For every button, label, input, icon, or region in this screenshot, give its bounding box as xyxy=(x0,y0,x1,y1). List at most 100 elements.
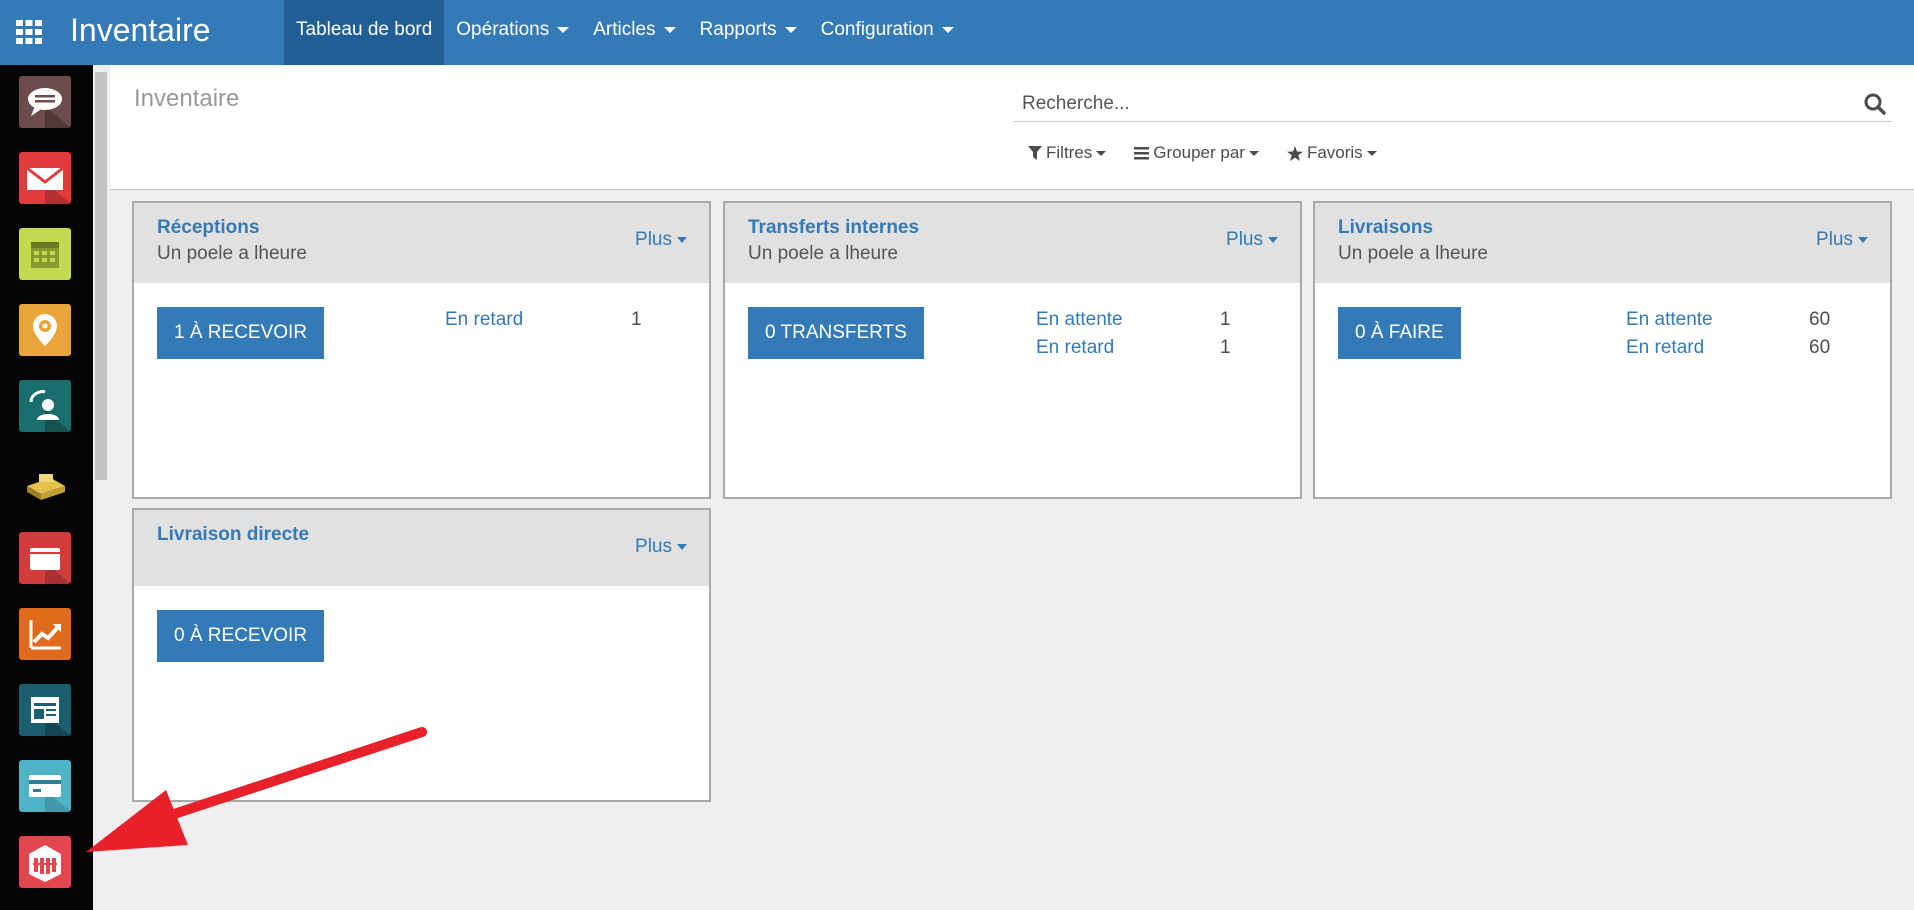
more-dropdown[interactable]: Plus xyxy=(1226,229,1278,251)
menu-item-label: Configuration xyxy=(820,19,934,40)
stat-late-count: 60 xyxy=(1809,337,1831,358)
scrollbar-thumb[interactable] xyxy=(95,72,107,480)
menu-item-rapports[interactable]: Rapports xyxy=(688,0,809,65)
star-icon xyxy=(1286,145,1303,161)
search-input[interactable] xyxy=(1014,87,1844,121)
more-label: Plus xyxy=(1226,229,1263,250)
menu-item-label: Tableau de bord xyxy=(296,19,433,40)
stat-waiting-count: 60 xyxy=(1809,309,1831,330)
sidebar-app-invoicing[interactable] xyxy=(19,760,71,812)
caret-down-icon xyxy=(663,26,676,33)
operation-card-receptions: Réceptions Un poele a lheure Plus 1 À RE… xyxy=(132,201,711,499)
menu-item-tableau-de-bord[interactable]: Tableau de bord xyxy=(284,0,445,65)
sidebar-app-website[interactable] xyxy=(19,684,71,736)
top-navbar: Inventaire Tableau de bord Opérations Ar… xyxy=(0,0,1914,65)
apps-grid-icon[interactable] xyxy=(16,20,42,44)
stat-late-link[interactable]: En retard xyxy=(1036,337,1114,359)
operation-card-deliveries: Livraisons Un poele a lheure Plus 0 À FA… xyxy=(1313,201,1892,499)
app-sidebar xyxy=(0,65,93,910)
caret-down-icon xyxy=(1268,236,1278,243)
more-dropdown[interactable]: Plus xyxy=(635,229,687,251)
more-dropdown[interactable]: Plus xyxy=(1816,229,1868,251)
sales-icon xyxy=(27,474,65,500)
reporting-icon xyxy=(29,620,61,650)
caret-down-icon xyxy=(784,26,797,33)
card-title[interactable]: Livraison directe xyxy=(157,524,309,546)
sidebar-app-sales[interactable] xyxy=(19,456,71,508)
stat-late-count: 1 xyxy=(631,309,642,330)
group-by-button[interactable]: Grouper par xyxy=(1134,143,1259,163)
transfers-button[interactable]: 0 TRANSFERTS xyxy=(748,307,924,359)
sidebar-app-mail[interactable] xyxy=(19,152,71,204)
menu-item-operations[interactable]: Opérations xyxy=(444,0,581,65)
card-title[interactable]: Réceptions xyxy=(157,217,259,239)
invoicing-icon xyxy=(29,775,71,812)
stat-waiting-link[interactable]: En attente xyxy=(1036,309,1123,331)
breadcrumb: Inventaire xyxy=(134,85,240,112)
more-label: Plus xyxy=(635,536,672,557)
favorites-label: Favoris xyxy=(1306,143,1363,162)
filters-label: Filtres xyxy=(1046,143,1093,162)
menu-item-label: Articles xyxy=(593,19,656,40)
stat-late-count: 1 xyxy=(1220,337,1231,358)
menu-item-configuration[interactable]: Configuration xyxy=(809,0,966,65)
filter-icon xyxy=(1028,146,1042,160)
stat-late-link[interactable]: En retard xyxy=(445,309,523,331)
caret-down-icon xyxy=(1858,236,1868,243)
caret-down-icon xyxy=(677,236,687,243)
caret-down-icon xyxy=(677,543,687,550)
list-icon xyxy=(1134,146,1150,159)
stat-late-link[interactable]: En retard xyxy=(1626,337,1704,359)
inventory-icon xyxy=(29,845,61,882)
caret-down-icon xyxy=(1096,150,1107,156)
discuss-icon xyxy=(28,88,71,128)
search-icon[interactable] xyxy=(1864,93,1886,115)
stat-waiting-count: 1 xyxy=(1220,309,1231,330)
card-subtitle: Un poele a lheure xyxy=(157,243,307,264)
sidebar-app-discuss[interactable] xyxy=(19,76,71,128)
card-header: Livraison directe Plus xyxy=(134,510,709,586)
search-options: Filtres Grouper par Favoris xyxy=(1028,143,1405,163)
sidebar-app-contacts[interactable] xyxy=(19,380,71,432)
favorites-button[interactable]: Favoris xyxy=(1286,143,1377,163)
stat-waiting-link[interactable]: En attente xyxy=(1626,309,1713,331)
website-icon xyxy=(31,697,71,736)
menu-item-articles[interactable]: Articles xyxy=(581,0,687,65)
app-title: Inventaire xyxy=(70,12,211,48)
operation-card-dropship: Livraison directe Plus 0 À RECEVOIR xyxy=(132,508,711,802)
more-label: Plus xyxy=(635,229,672,250)
caret-down-icon xyxy=(1366,150,1377,156)
more-dropdown[interactable]: Plus xyxy=(635,536,687,558)
menu-item-label: Rapports xyxy=(699,19,777,40)
calendar-icon xyxy=(31,242,59,268)
group-by-label: Grouper par xyxy=(1153,143,1245,162)
card-header: Réceptions Un poele a lheure Plus xyxy=(134,203,709,283)
menu-item-label: Opérations xyxy=(456,19,550,40)
more-label: Plus xyxy=(1816,229,1853,250)
card-title[interactable]: Transferts internes xyxy=(748,217,919,239)
documents-icon xyxy=(30,548,71,584)
card-title[interactable]: Livraisons xyxy=(1338,217,1433,239)
operation-card-internal-transfers: Transferts internes Un poele a lheure Pl… xyxy=(723,201,1302,499)
sidebar-app-documents[interactable] xyxy=(19,532,71,584)
sidebar-app-reporting[interactable] xyxy=(19,608,71,660)
sidebar-app-inventory[interactable] xyxy=(19,836,71,888)
card-header: Transferts internes Un poele a lheure Pl… xyxy=(725,203,1300,283)
filters-button[interactable]: Filtres xyxy=(1028,143,1107,163)
card-subtitle: Un poele a lheure xyxy=(1338,243,1488,264)
to-do-button[interactable]: 0 À FAIRE xyxy=(1338,307,1461,359)
mail-icon xyxy=(26,166,71,204)
caret-down-icon xyxy=(1248,150,1259,156)
control-panel: Inventaire Filtres Grouper par Favoris xyxy=(110,65,1914,190)
card-subtitle: Un poele a lheure xyxy=(748,243,898,264)
main-menu: Tableau de bord Opérations Articles Rapp… xyxy=(284,0,966,65)
crm-icon xyxy=(33,314,57,346)
card-header: Livraisons Un poele a lheure Plus xyxy=(1315,203,1890,283)
to-receive-button[interactable]: 0 À RECEVOIR xyxy=(157,610,325,662)
caret-down-icon xyxy=(941,26,954,33)
sidebar-app-calendar[interactable] xyxy=(19,228,71,280)
sidebar-app-crm[interactable] xyxy=(19,304,71,356)
search-bar xyxy=(1014,87,1892,122)
to-receive-button[interactable]: 1 À RECEVOIR xyxy=(157,307,325,359)
caret-down-icon xyxy=(557,26,570,33)
